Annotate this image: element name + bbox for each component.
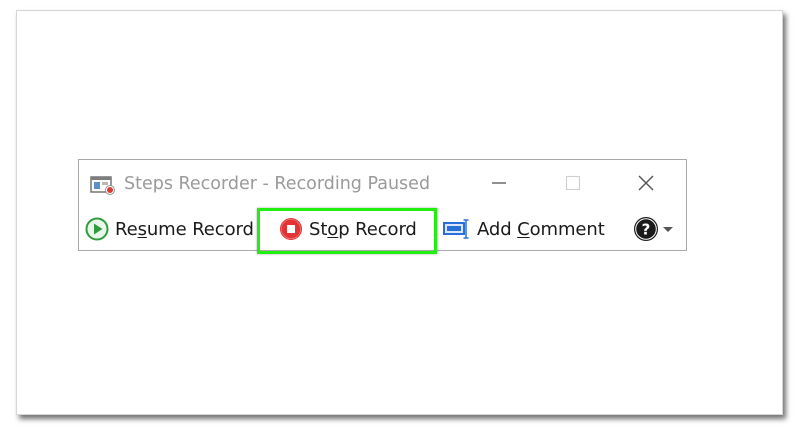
- resume-record-button[interactable]: Resume Record: [85, 208, 254, 250]
- close-icon: [638, 175, 654, 191]
- comment-icon: [443, 219, 469, 239]
- close-button[interactable]: [624, 168, 668, 198]
- steps-recorder-icon: [90, 176, 115, 195]
- add-comment-label: Add Comment: [477, 218, 605, 240]
- maximize-button[interactable]: [551, 168, 595, 198]
- stop-record-highlight: [257, 208, 437, 254]
- dropdown-arrow-icon[interactable]: [662, 224, 674, 234]
- svg-text:?: ?: [642, 221, 651, 239]
- resume-record-label: Resume Record: [115, 218, 254, 240]
- add-comment-button[interactable]: Add Comment: [443, 208, 605, 250]
- minimize-button[interactable]: [477, 168, 521, 198]
- play-icon: [85, 217, 109, 241]
- window-title: Steps Recorder - Recording Paused: [124, 174, 431, 194]
- help-icon: ?: [634, 217, 658, 241]
- title-bar: Steps Recorder - Recording Paused: [79, 160, 686, 207]
- maximize-icon: [565, 175, 581, 191]
- minimize-icon: [492, 182, 506, 184]
- help-button[interactable]: ?: [633, 208, 674, 250]
